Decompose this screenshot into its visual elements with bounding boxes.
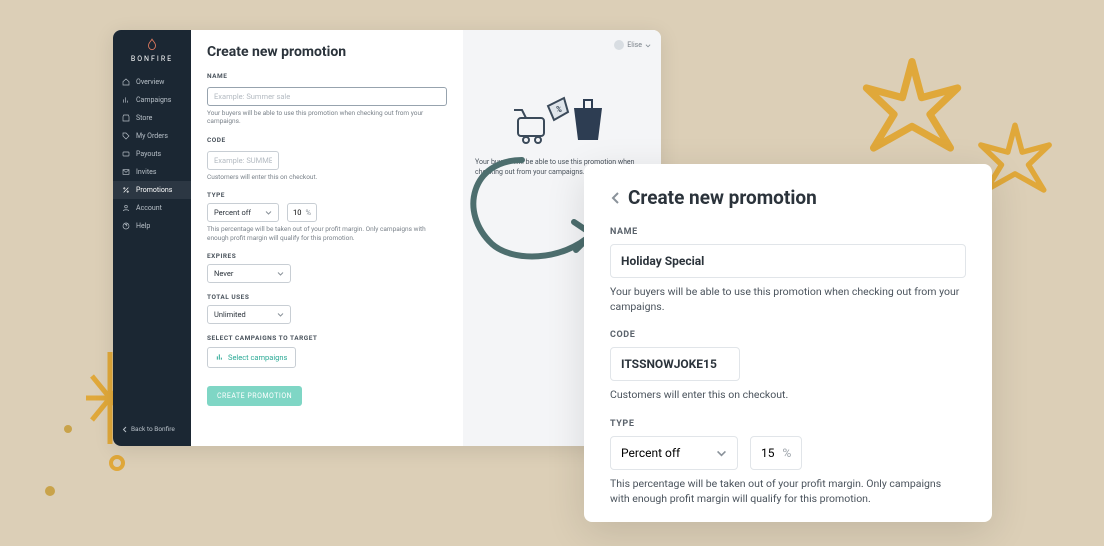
page-title: Create new promotion — [207, 44, 447, 60]
sidebar-item-label: Store — [136, 114, 152, 122]
type-hint: This percentage will be taken out of you… — [207, 225, 437, 242]
detail-type-label: TYPE — [610, 419, 966, 429]
code-input[interactable] — [207, 151, 279, 170]
type-select[interactable]: Percent off — [207, 203, 279, 222]
total-uses-value: Unlimited — [214, 310, 246, 319]
total-uses-label: TOTAL USES — [207, 293, 447, 301]
type-unit: % — [305, 208, 311, 217]
type-value-box[interactable]: 10 % — [287, 203, 317, 222]
avatar — [614, 40, 624, 50]
user-name: Elise — [627, 41, 642, 49]
tag-icon — [122, 132, 130, 140]
detail-card: Create new promotion NAME Your buyers wi… — [584, 164, 992, 522]
detail-name-hint: Your buyers will be able to use this pro… — [610, 285, 966, 314]
user-menu[interactable]: Elise — [614, 40, 651, 50]
select-campaigns-label: Select campaigns — [228, 353, 287, 362]
detail-code-hint: Customers will enter this on checkout. — [610, 388, 966, 403]
sidebar-item-help[interactable]: Help — [113, 217, 191, 235]
sidebar-item-account[interactable]: Account — [113, 199, 191, 217]
name-input[interactable] — [207, 87, 447, 106]
sidebar-item-payouts[interactable]: Payouts — [113, 145, 191, 163]
percent-icon — [122, 186, 130, 194]
chevron-left-icon — [122, 426, 127, 433]
expires-label: EXPIRES — [207, 252, 447, 260]
expires-value: Never — [214, 269, 233, 278]
brand-name: BONFIRE — [131, 55, 173, 63]
sidebar-item-my-orders[interactable]: My Orders — [113, 127, 191, 145]
promo-illustration: % — [475, 88, 649, 144]
sidebar-item-promotions[interactable]: Promotions — [113, 181, 191, 199]
store-icon — [122, 114, 130, 122]
nav: Overview Campaigns Store My Orders Payou… — [113, 73, 191, 235]
detail-code-input[interactable] — [610, 347, 740, 381]
name-label: NAME — [207, 72, 447, 80]
help-icon — [122, 222, 130, 230]
sidebar-item-campaigns[interactable]: Campaigns — [113, 91, 191, 109]
type-label: TYPE — [207, 191, 447, 199]
mail-icon — [122, 168, 130, 176]
chevron-down-icon — [716, 449, 727, 457]
sidebar-item-store[interactable]: Store — [113, 109, 191, 127]
code-label: CODE — [207, 136, 447, 144]
chevron-down-icon — [265, 209, 272, 216]
select-campaigns-button[interactable]: Select campaigns — [207, 347, 296, 368]
target-label: SELECT CAMPAIGNS TO TARGET — [207, 334, 447, 342]
user-icon — [122, 204, 130, 212]
chevron-down-icon — [645, 43, 651, 48]
total-uses-select[interactable]: Unlimited — [207, 305, 291, 324]
chart-icon — [216, 353, 224, 361]
code-hint: Customers will enter this on checkout. — [207, 173, 447, 181]
detail-type-hint: This percentage will be taken out of you… — [610, 477, 950, 506]
back-button[interactable] — [610, 191, 620, 205]
sidebar-item-label: My Orders — [136, 132, 168, 140]
detail-name-label: NAME — [610, 227, 966, 237]
detail-type-unit: % — [783, 446, 792, 460]
svg-text:%: % — [556, 105, 562, 114]
sidebar: BONFIRE Overview Campaigns Store My Orde… — [113, 30, 191, 446]
form-column: Create new promotion NAME Your buyers wi… — [191, 30, 463, 446]
chevron-down-icon — [277, 311, 284, 318]
name-hint: Your buyers will be able to use this pro… — [207, 109, 447, 126]
detail-code-label: CODE — [610, 330, 966, 340]
brand: BONFIRE — [113, 38, 191, 63]
chart-icon — [122, 96, 130, 104]
detail-name-input[interactable] — [610, 244, 966, 278]
home-icon — [122, 78, 130, 86]
back-to-bonfire[interactable]: Back to Bonfire — [113, 420, 191, 438]
type-select-value: Percent off — [214, 208, 251, 217]
detail-type-value: Percent off — [621, 446, 680, 460]
chevron-down-icon — [277, 270, 284, 277]
sidebar-item-label: Promotions — [136, 186, 172, 194]
sidebar-item-label: Campaigns — [136, 96, 171, 104]
detail-type-select[interactable]: Percent off — [610, 436, 738, 470]
type-value: 10 — [293, 208, 301, 217]
sidebar-item-label: Help — [136, 222, 150, 230]
detail-title: Create new promotion — [628, 186, 817, 209]
wallet-icon — [122, 150, 130, 158]
brand-logo-icon — [145, 38, 159, 52]
sidebar-item-label: Overview — [136, 78, 164, 86]
expires-select[interactable]: Never — [207, 264, 291, 283]
detail-type-number: 15 — [761, 446, 775, 460]
app-window: BONFIRE Overview Campaigns Store My Orde… — [113, 30, 661, 446]
sidebar-item-label: Invites — [136, 168, 156, 176]
sidebar-item-label: Account — [136, 204, 162, 212]
sidebar-item-label: Payouts — [136, 150, 161, 158]
sidebar-item-overview[interactable]: Overview — [113, 73, 191, 91]
create-promotion-button[interactable]: CREATE PROMOTION — [207, 386, 302, 406]
sidebar-item-invites[interactable]: Invites — [113, 163, 191, 181]
detail-type-value-box[interactable]: 15 % — [750, 436, 802, 470]
back-label: Back to Bonfire — [131, 425, 175, 433]
